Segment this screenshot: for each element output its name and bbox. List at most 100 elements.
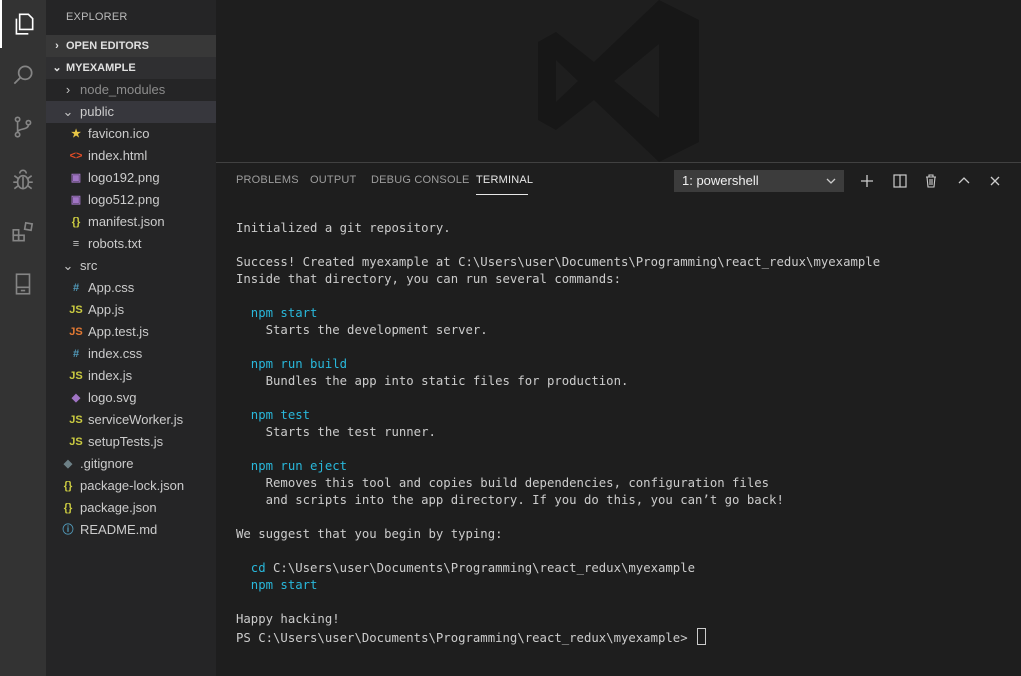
debug-icon[interactable] [0,156,46,204]
terminal-text: We suggest that you begin by typing: [236,527,503,541]
explorer-title: EXPLORER [66,11,128,23]
terminal-line: Starts the development server. [236,322,488,339]
terminal-line: Bundles the app into static files for pr… [236,373,629,390]
file-item[interactable]: {} package.json [46,497,216,519]
tree-item-label: App.css [88,280,135,295]
terminal-text: npm run eject [236,459,348,473]
file-item[interactable]: ◆ .gitignore [46,453,216,475]
source-control-icon[interactable] [0,103,46,151]
test-js-icon: JS [69,326,83,338]
file-item[interactable]: ★ favicon.ico [46,123,216,145]
folder-item[interactable]: › node_modules [46,79,216,101]
css-icon: # [72,348,80,360]
explorer-sidebar: EXPLORER › OPEN EDITORS ⌄ MYEXAMPLE › nod… [46,0,216,676]
terminal-line: PS C:\Users\user\Documents\Programming\r… [236,628,707,645]
tab-output[interactable]: OUTPUT [310,174,356,186]
file-item[interactable]: # App.css [46,277,216,299]
tree-item-label: index.js [88,368,133,383]
terminal-text: Initialized a git repository. [236,221,451,235]
terminal-line: cd C:\Users\user\Documents\Programming\r… [236,560,695,577]
bottom-panel: PROBLEMS OUTPUT DEBUG CONSOLE TERMINAL 1… [216,162,1021,676]
tree-item-label: logo192.png [88,170,160,185]
terminal-text: and scripts into the app directory. If y… [236,493,784,507]
tree-item-label: .gitignore [80,456,134,471]
terminal-text: PS C:\Users\user\Documents\Programming\r… [236,631,696,645]
tree-item-label: manifest.json [88,214,165,229]
terminal-line: and scripts into the app directory. If y… [236,492,784,509]
open-editors-section[interactable]: › OPEN EDITORS [46,35,216,57]
terminal-text: npm start [236,578,318,592]
split-terminal-icon[interactable] [890,171,910,191]
folder-item[interactable]: ⌄ public [46,101,216,123]
file-item[interactable]: ≡ robots.txt [46,233,216,255]
project-section[interactable]: ⌄ MYEXAMPLE [46,57,216,79]
terminal-line: npm start [236,577,318,594]
maximize-panel-icon[interactable] [954,171,974,191]
tree-item-label: package-lock.json [80,478,185,493]
terminal-text: Inside that directory, you can run sever… [236,272,621,286]
css-icon: # [72,282,80,294]
chevron-right-icon: › [55,40,59,52]
tree-item-label: index.css [88,346,143,361]
terminal-text: C:\Users\user\Documents\Programming\reac… [273,561,696,575]
file-item[interactable]: ▣ logo512.png [46,189,216,211]
file-item[interactable]: JS App.js [46,299,216,321]
terminal-line: npm test [236,407,310,424]
tree-item-label: robots.txt [88,236,142,251]
tree-item-label: serviceWorker.js [88,412,184,427]
chevron-down-icon: ⌄ [62,258,74,273]
extensions-icon[interactable] [0,208,46,256]
tree-item-label: index.html [88,148,148,163]
terminal-text: Happy hacking! [236,612,340,626]
tree-item-label: public [80,104,114,119]
file-item[interactable]: JS setupTests.js [46,431,216,453]
search-icon[interactable] [0,51,46,99]
tree-item-label: favicon.ico [88,126,150,141]
image-icon: ▣ [70,172,82,184]
tree-item-label: App.test.js [88,324,149,339]
terminal-line: Inside that directory, you can run sever… [236,271,621,288]
open-editors-label: OPEN EDITORS [66,40,149,52]
terminal-line: Removes this tool and copies build depen… [236,475,769,492]
js-icon: JS [69,370,83,382]
terminal-line: We suggest that you begin by typing: [236,526,503,543]
info-icon: ⓘ [62,524,74,536]
tree-item-label: App.js [88,302,125,317]
chevron-down-icon: ⌄ [62,104,74,119]
file-item[interactable]: JS index.js [46,365,216,387]
file-item[interactable]: <> index.html [46,145,216,167]
remote-explorer-icon[interactable] [0,260,46,308]
tree-item-label: logo.svg [88,390,137,405]
svg-icon: ◆ [71,392,81,404]
tab-problems[interactable]: PROBLEMS [236,174,299,186]
folder-item[interactable]: ⌄ src [46,255,216,277]
close-panel-icon[interactable] [985,171,1005,191]
json-icon: {} [71,216,81,228]
trash-icon[interactable] [921,171,941,191]
json-icon: {} [63,480,73,492]
file-item[interactable]: {} package-lock.json [46,475,216,497]
tree-item-label: src [80,258,98,273]
command-prefix: cd [236,561,274,575]
new-terminal-icon[interactable] [857,171,877,191]
tab-terminal[interactable]: TERMINAL [476,174,533,186]
js-icon: JS [69,414,83,426]
terminal-select[interactable]: 1: powershell [674,170,844,192]
editor-area [216,0,1021,162]
terminal-line: npm run eject [236,458,347,475]
file-item[interactable]: ◆ logo.svg [46,387,216,409]
tree-item-label: README.md [80,522,158,537]
file-item[interactable]: {} manifest.json [46,211,216,233]
files-icon[interactable] [0,0,46,48]
file-item[interactable]: JS serviceWorker.js [46,409,216,431]
file-item[interactable]: ▣ logo192.png [46,167,216,189]
terminal-text: Bundles the app into static files for pr… [236,374,629,388]
terminal-line: npm run build [236,356,347,373]
tree-item-label: logo512.png [88,192,160,207]
terminal-text: Starts the test runner. [236,425,436,439]
terminal-text: npm test [236,408,311,422]
file-item[interactable]: JS App.test.js [46,321,216,343]
tab-debug-console[interactable]: DEBUG CONSOLE [371,174,470,186]
file-item[interactable]: # index.css [46,343,216,365]
file-item[interactable]: ⓘ README.md [46,519,216,541]
